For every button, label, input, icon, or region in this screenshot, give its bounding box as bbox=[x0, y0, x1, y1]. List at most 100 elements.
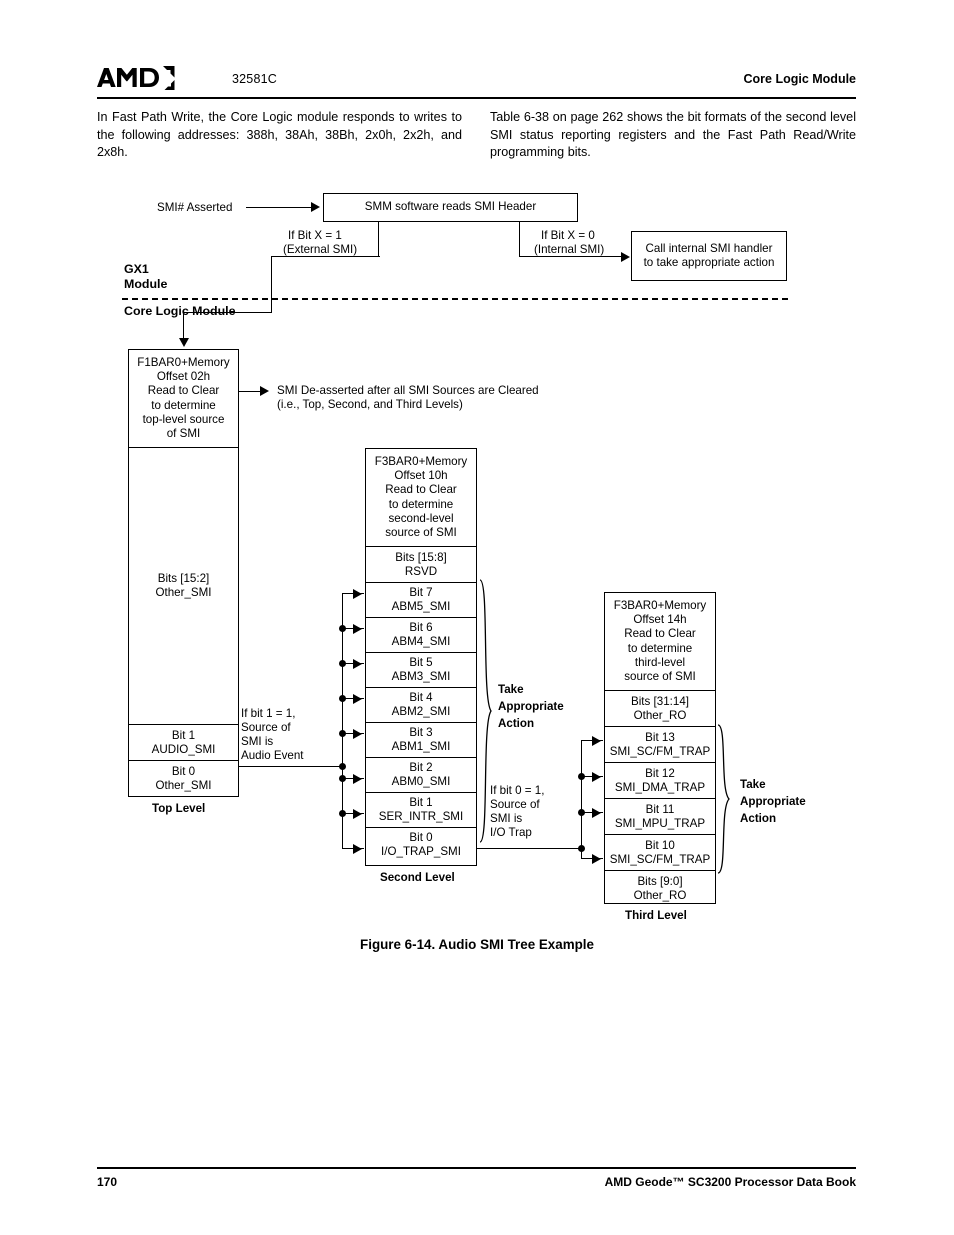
third-level-title-line1: F3BAR0+Memory bbox=[613, 598, 707, 612]
top-level-row: Bit 0 Other_SMI bbox=[129, 760, 238, 796]
internal-branch-hline bbox=[519, 256, 627, 258]
internal-smi-handler-line1: Call internal SMI handler bbox=[645, 241, 773, 255]
external-branch-vline-down bbox=[378, 222, 380, 256]
second-level-row: Bit 2 ABM0_SMI bbox=[366, 757, 476, 792]
audio-tap-junction bbox=[339, 730, 346, 737]
top-level-row-name: Other_SMI bbox=[155, 586, 212, 599]
footer-book-title: AMD Geode™ SC3200 Processor Data Book bbox=[604, 1175, 856, 1189]
audio-tap-junction bbox=[339, 775, 346, 782]
top-level-row-bits: Bit 0 bbox=[171, 764, 196, 778]
top-level-caption-label: Top Level bbox=[152, 802, 206, 815]
second-level-row: Bit 1 SER_INTR_SMI bbox=[366, 792, 476, 827]
second-level-body-line2: to determine bbox=[388, 497, 454, 511]
third-level-take-action-line1: Take bbox=[740, 778, 766, 791]
footer-page-number: 170 bbox=[97, 1175, 118, 1189]
second-level-title-line2: Offset 10h bbox=[394, 469, 448, 483]
audio-note-line2: Source of bbox=[241, 721, 291, 734]
third-level-row: Bits [31:14] Other_RO bbox=[605, 690, 715, 726]
smi-asserted-arrowhead bbox=[311, 202, 320, 212]
audio-note-line1: If bit 1 = 1, bbox=[241, 707, 296, 720]
document-code: 32581C bbox=[232, 72, 277, 86]
third-level-register: F3BAR0+Memory Offset 14h Read to Clear t… bbox=[604, 592, 716, 904]
iotrap-tap-arrowhead bbox=[592, 772, 601, 782]
iotrap-note-line2: Source of bbox=[490, 798, 540, 811]
top-level-body-line3: top-level source bbox=[142, 412, 225, 426]
audio-tap-junction bbox=[339, 625, 346, 632]
third-level-row-bits: Bits [9:0] bbox=[637, 874, 683, 888]
audio-tap-arrowhead bbox=[353, 589, 362, 599]
audio-tap-arrowhead bbox=[353, 809, 362, 819]
second-level-row-bits: Bit 3 bbox=[409, 726, 433, 739]
second-level-take-action-line3: Action bbox=[498, 717, 535, 730]
footer-rule bbox=[97, 1167, 856, 1169]
iotrap-tap-arrowhead bbox=[592, 736, 601, 746]
smi-asserted-connector bbox=[246, 207, 318, 209]
audio-tap-arrowhead bbox=[353, 659, 362, 669]
document-page: 32581C Core Logic Module In Fast Path Wr… bbox=[0, 0, 954, 1235]
second-level-take-action-line1: Take bbox=[498, 683, 524, 696]
gx1-module-label-line1: GX1 bbox=[124, 262, 149, 276]
smi-asserted-label: SMI# Asserted bbox=[157, 201, 233, 214]
intro-paragraph-left: In Fast Path Write, the Core Logic modul… bbox=[97, 110, 462, 159]
second-level-row: Bit 7 ABM5_SMI bbox=[366, 582, 476, 617]
amd-logo bbox=[97, 66, 175, 92]
top-level-row-bits: Bits [15:2] bbox=[157, 572, 210, 585]
page-header: 32581C Core Logic Module bbox=[0, 0, 954, 100]
second-level-row-bits: Bit 5 bbox=[409, 656, 433, 669]
second-level-take-action-line2: Appropriate bbox=[498, 700, 564, 713]
audio-branch-hline bbox=[239, 766, 343, 768]
top-level-row: Bit 1 AUDIO_SMI bbox=[129, 724, 238, 760]
iotrap-tap-arrowhead bbox=[592, 854, 601, 864]
second-level-caption: F3BAR0+Memory Offset 10h Read to Clear t… bbox=[366, 449, 476, 546]
second-level-row: Bit 4 ABM2_SMI bbox=[366, 687, 476, 722]
third-level-row-bits: Bit 13 bbox=[645, 730, 675, 744]
third-level-body-line4: source of SMI bbox=[624, 669, 696, 683]
third-level-row: Bit 10 SMI_SC/FM_TRAP bbox=[605, 834, 715, 870]
second-level-row-name: ABM0_SMI bbox=[391, 775, 451, 788]
audio-smi-tree-diagram: SMI# Asserted SMM software reads SMI Hea… bbox=[0, 180, 954, 950]
audio-tap-arrowhead bbox=[353, 694, 362, 704]
internal-branch-label-line1: If Bit X = 0 bbox=[541, 229, 595, 242]
third-level-row-name: SMI_SC/FM_TRAP bbox=[609, 744, 711, 758]
third-level-row: Bit 12 SMI_DMA_TRAP bbox=[605, 762, 715, 798]
top-level-row: Bits [15:2] Other_SMI bbox=[129, 447, 238, 724]
third-level-body-line1: Read to Clear bbox=[624, 627, 696, 641]
smm-software-box-label: SMM software reads SMI Header bbox=[364, 200, 537, 214]
third-level-row-name: SMI_DMA_TRAP bbox=[614, 780, 706, 794]
audio-tap-junction bbox=[339, 810, 346, 817]
iotrap-bus-junction bbox=[578, 845, 585, 852]
module-partition-divider bbox=[122, 298, 788, 300]
audio-tap-arrowhead bbox=[353, 844, 362, 854]
audio-tap-arrowhead bbox=[353, 729, 362, 739]
third-level-row: Bit 11 SMI_MPU_TRAP bbox=[605, 798, 715, 834]
second-level-title-line1: F3BAR0+Memory bbox=[374, 454, 468, 468]
gx1-module-label-line2: Module bbox=[124, 277, 168, 291]
deassert-arrowhead bbox=[260, 386, 269, 396]
core-logic-module-label: Core Logic Module bbox=[124, 304, 236, 318]
intro-paragraph-right: Table 6-38 on page 262 shows the bit for… bbox=[490, 110, 856, 159]
third-level-row-name: SMI_SC/FM_TRAP bbox=[609, 852, 711, 866]
second-level-row-name: I/O_TRAP_SMI bbox=[381, 845, 461, 858]
third-level-row-bits: Bit 10 bbox=[645, 838, 675, 852]
iotrap-note-line4: I/O Trap bbox=[490, 826, 532, 839]
iotrap-note-line3: SMI is bbox=[490, 812, 523, 825]
second-level-row-bits: Bit 4 bbox=[409, 691, 433, 704]
top-level-body-line2: to determine bbox=[151, 398, 216, 412]
second-level-row-name: ABM5_SMI bbox=[391, 600, 451, 613]
third-level-row-bits: Bits [31:14] bbox=[630, 694, 689, 708]
top-level-caption: F1BAR0+Memory Offset 02h Read to Clear t… bbox=[129, 350, 238, 447]
internal-branch-arrowhead bbox=[621, 252, 630, 262]
second-level-body-line1: Read to Clear bbox=[385, 483, 457, 497]
audio-bus-junction bbox=[339, 763, 346, 770]
second-level-row-name: ABM3_SMI bbox=[391, 670, 451, 683]
third-level-title-line2: Offset 14h bbox=[633, 613, 687, 627]
third-level-take-action-line3: Action bbox=[740, 812, 777, 825]
iotrap-branch-hline bbox=[477, 848, 582, 850]
third-level-row: Bit 13 SMI_SC/FM_TRAP bbox=[605, 726, 715, 762]
third-level-brace bbox=[716, 723, 738, 878]
third-level-row-name: Other_RO bbox=[633, 708, 687, 722]
top-level-body-line4: of SMI bbox=[166, 426, 201, 440]
external-branch-vline-to-core bbox=[271, 256, 273, 313]
third-level-caption: F3BAR0+Memory Offset 14h Read to Clear t… bbox=[605, 593, 715, 690]
iotrap-tap-junction bbox=[578, 809, 585, 816]
